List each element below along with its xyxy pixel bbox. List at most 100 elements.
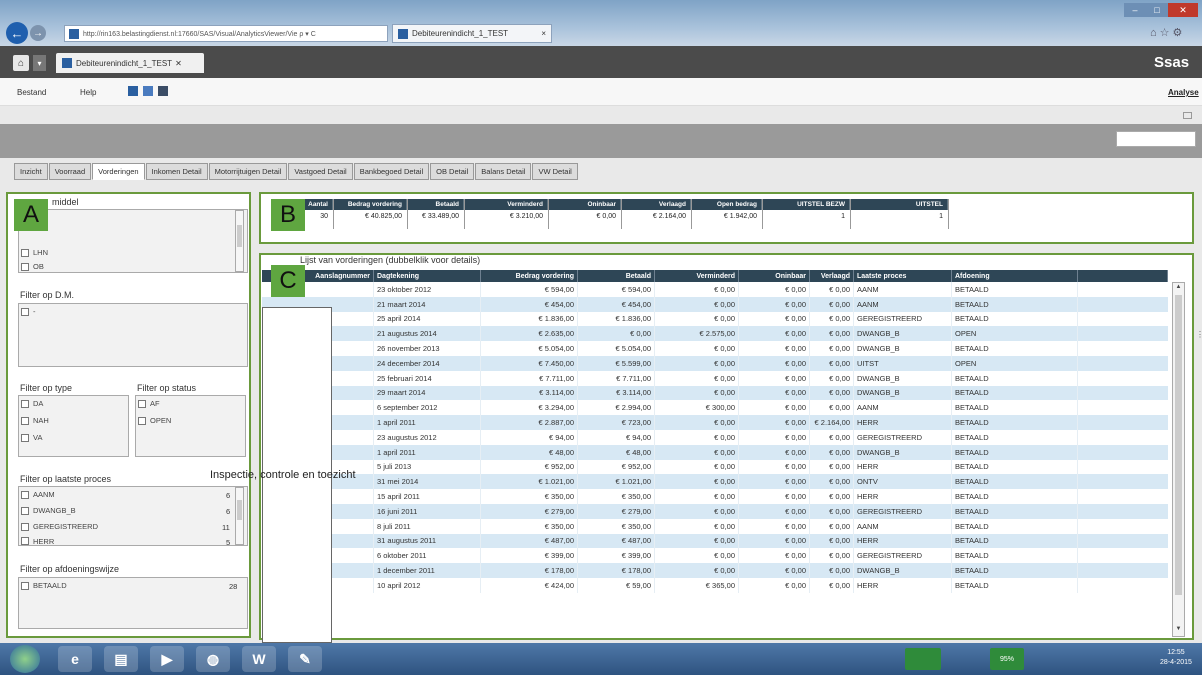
checkbox[interactable]: [138, 416, 146, 425]
filter-proces-item[interactable]: GEREGISTREERD: [21, 522, 98, 531]
pin-icon[interactable]: [1183, 112, 1192, 119]
table-row[interactable]: 23 oktober 2012 € 594,00 € 594,00 € 0,00 € 0…: [262, 282, 1168, 297]
start-button[interactable]: [10, 645, 40, 673]
table-column-header[interactable]: Dagtekening: [374, 270, 481, 282]
filter-middel-item[interactable]: OB: [21, 262, 44, 271]
filter-type-item[interactable]: NAH: [21, 416, 49, 425]
filter-proces-item[interactable]: HERR: [21, 537, 54, 545]
table-row[interactable]: 23 augustus 2012 € 94,00 € 94,00 € 0,00 € 0,…: [262, 430, 1168, 445]
filter-proces-item[interactable]: AANM: [21, 490, 55, 499]
table-row[interactable]: 26 november 2013 € 5.054,00 € 5.054,00 € 0,…: [262, 341, 1168, 356]
document-tab[interactable]: Debiteurenindicht_1_TEST ✕: [56, 53, 204, 73]
checkbox[interactable]: [21, 262, 29, 271]
save-icon[interactable]: [128, 86, 138, 96]
table-column-header[interactable]: Verlaagd: [810, 270, 854, 282]
table-row[interactable]: 16 juni 2011 € 279,00 € 279,00 € 0,00 € 0,00…: [262, 504, 1168, 519]
summary-column-header[interactable]: UITSTEL BEZW: [762, 199, 850, 210]
table-column-header[interactable]: Oninbaar: [739, 270, 810, 282]
table-column-header[interactable]: Verminderd: [655, 270, 739, 282]
table-row[interactable]: 25 februari 2014 € 7.711,00 € 7.711,00 € 0,…: [262, 370, 1168, 386]
ie-taskbar-button[interactable]: e: [58, 646, 92, 672]
browser-toolbar-icons[interactable]: ⌂☆⚙: [1150, 26, 1185, 39]
table-row[interactable]: 15 april 2011 € 350,00 € 350,00 € 0,00 € 0,0…: [262, 489, 1168, 504]
table-column-header[interactable]: Laatste proces: [854, 270, 952, 282]
filter-type-item[interactable]: VA: [21, 433, 42, 442]
forward-button[interactable]: →: [30, 25, 46, 41]
table-row[interactable]: 8 juli 2011 € 350,00 € 350,00 € 0,00 € 0,00 €…: [262, 518, 1168, 534]
table-row[interactable]: 1 december 2011 € 178,00 € 178,00 € 0,00 € 0…: [262, 563, 1168, 578]
scroll-thumb[interactable]: [1175, 295, 1182, 595]
checkbox[interactable]: [138, 399, 146, 408]
star-icon[interactable]: ☆: [1160, 27, 1173, 39]
browser-tab[interactable]: Debiteurenindicht_1_TEST ×: [392, 24, 552, 43]
summary-column-header[interactable]: UITSTEL: [850, 199, 948, 210]
filter-type-item[interactable]: DA: [21, 399, 43, 408]
tab-ob-detail[interactable]: OB Detail: [430, 163, 475, 180]
analyse-link[interactable]: Analyse: [1168, 88, 1199, 97]
gear-icon[interactable]: ⚙: [1173, 27, 1186, 39]
scroll-down-icon[interactable]: ▼: [1175, 626, 1182, 634]
summary-column-header[interactable]: Verlaagd: [621, 199, 691, 210]
summary-column-header[interactable]: Open bedrag: [691, 199, 762, 210]
refresh-icon[interactable]: [143, 86, 153, 96]
tray-badge[interactable]: 95%: [990, 648, 1024, 670]
tab-vorderingen[interactable]: Vorderingen: [92, 163, 145, 180]
taskbar-clock[interactable]: 12:55 28-4-2015: [1160, 648, 1192, 668]
tab-motorrijtuigen-detail[interactable]: Motorrijtuigen Detail: [208, 163, 288, 180]
table-column-header[interactable]: Betaald: [578, 270, 655, 282]
checkbox[interactable]: [21, 307, 29, 316]
table-row[interactable]: 21 maart 2014 € 454,00 € 454,00 € 0,00 € 0,0…: [262, 296, 1168, 312]
checkbox[interactable]: [21, 399, 29, 408]
filter-middel-scrollbar[interactable]: [235, 210, 244, 272]
checkbox[interactable]: [21, 581, 29, 590]
tab-inkomen-detail[interactable]: Inkomen Detail: [145, 163, 208, 180]
tab-bankbegoed-detail[interactable]: Bankbegoed Detail: [353, 163, 430, 180]
minimize-button[interactable]: –: [1124, 3, 1146, 17]
home-icon[interactable]: ⌂: [1150, 27, 1160, 39]
word-taskbar-button[interactable]: W: [242, 646, 276, 672]
close-window-button[interactable]: ✕: [1168, 3, 1198, 17]
filter-middel-item[interactable]: LHN: [21, 248, 48, 257]
document-tab-close-icon[interactable]: ✕: [175, 59, 182, 68]
address-bar[interactable]: http://rin163.belastingdienst.nl:17660/S…: [64, 25, 388, 42]
filter-afdoening-item[interactable]: BETAALD: [21, 581, 67, 590]
table-scrollbar[interactable]: ▲ ▼: [1172, 282, 1185, 637]
table-row[interactable]: 6 september 2012 € 3.294,00 € 2.994,00 € 30…: [262, 400, 1168, 416]
app-home-button[interactable]: ⌂: [13, 55, 29, 71]
filter-dm-item[interactable]: -: [21, 307, 36, 316]
filter-status-item[interactable]: OPEN: [138, 416, 171, 425]
checkbox[interactable]: [21, 537, 29, 545]
checkbox[interactable]: [21, 522, 29, 531]
table-column-header[interactable]: Afdoening: [952, 270, 1078, 282]
tab-balans-detail[interactable]: Balans Detail: [475, 163, 532, 180]
menu-bestand[interactable]: Bestand: [17, 88, 46, 97]
tab-vastgoed-detail[interactable]: Vastgoed Detail: [288, 163, 353, 180]
print-icon[interactable]: [158, 86, 168, 96]
summary-column-header[interactable]: Bedrag vordering: [333, 199, 407, 210]
search-input[interactable]: [1116, 131, 1196, 147]
filter-proces-item[interactable]: DWANGB_B: [21, 506, 76, 515]
network-taskbar-button[interactable]: ◍: [196, 646, 230, 672]
panel-resize-handle[interactable]: ⋮: [1196, 330, 1202, 410]
filter-status-item[interactable]: AF: [138, 399, 160, 408]
table-column-header[interactable]: Bedrag vordering: [481, 270, 578, 282]
summary-column-header[interactable]: Verminderd: [464, 199, 548, 210]
tab-inzicht[interactable]: Inzicht: [14, 163, 48, 180]
maximize-button[interactable]: □: [1146, 3, 1168, 17]
table-column-header[interactable]: [1078, 270, 1168, 282]
scroll-up-icon[interactable]: ▲: [1175, 284, 1182, 292]
checkbox[interactable]: [21, 248, 29, 257]
table-row[interactable]: 25 april 2014 € 1.836,00 € 1.836,00 € 0,00 €…: [262, 311, 1168, 327]
checkbox[interactable]: [21, 433, 29, 442]
summary-column-header[interactable]: Oninbaar: [548, 199, 621, 210]
menu-help[interactable]: Help: [80, 88, 96, 97]
browser-tab-close-icon[interactable]: ×: [541, 29, 546, 38]
tray-monitor-icon[interactable]: [905, 648, 941, 670]
table-row[interactable]: 1 april 2011 € 2.887,00 € 723,00 € 0,00 € 0,…: [262, 415, 1168, 430]
filter-proces-scrollbar[interactable]: [235, 487, 244, 545]
table-row[interactable]: 24 december 2014 € 7.450,00 € 5.599,00 € 0,…: [262, 356, 1168, 371]
checkbox[interactable]: [21, 490, 29, 499]
tab-vw-detail[interactable]: VW Detail: [532, 163, 578, 180]
app-menu-dropdown[interactable]: ▾: [33, 55, 46, 71]
table-row[interactable]: 10 april 2012 € 424,00 € 59,00 € 365,00 € 0,…: [262, 578, 1168, 593]
